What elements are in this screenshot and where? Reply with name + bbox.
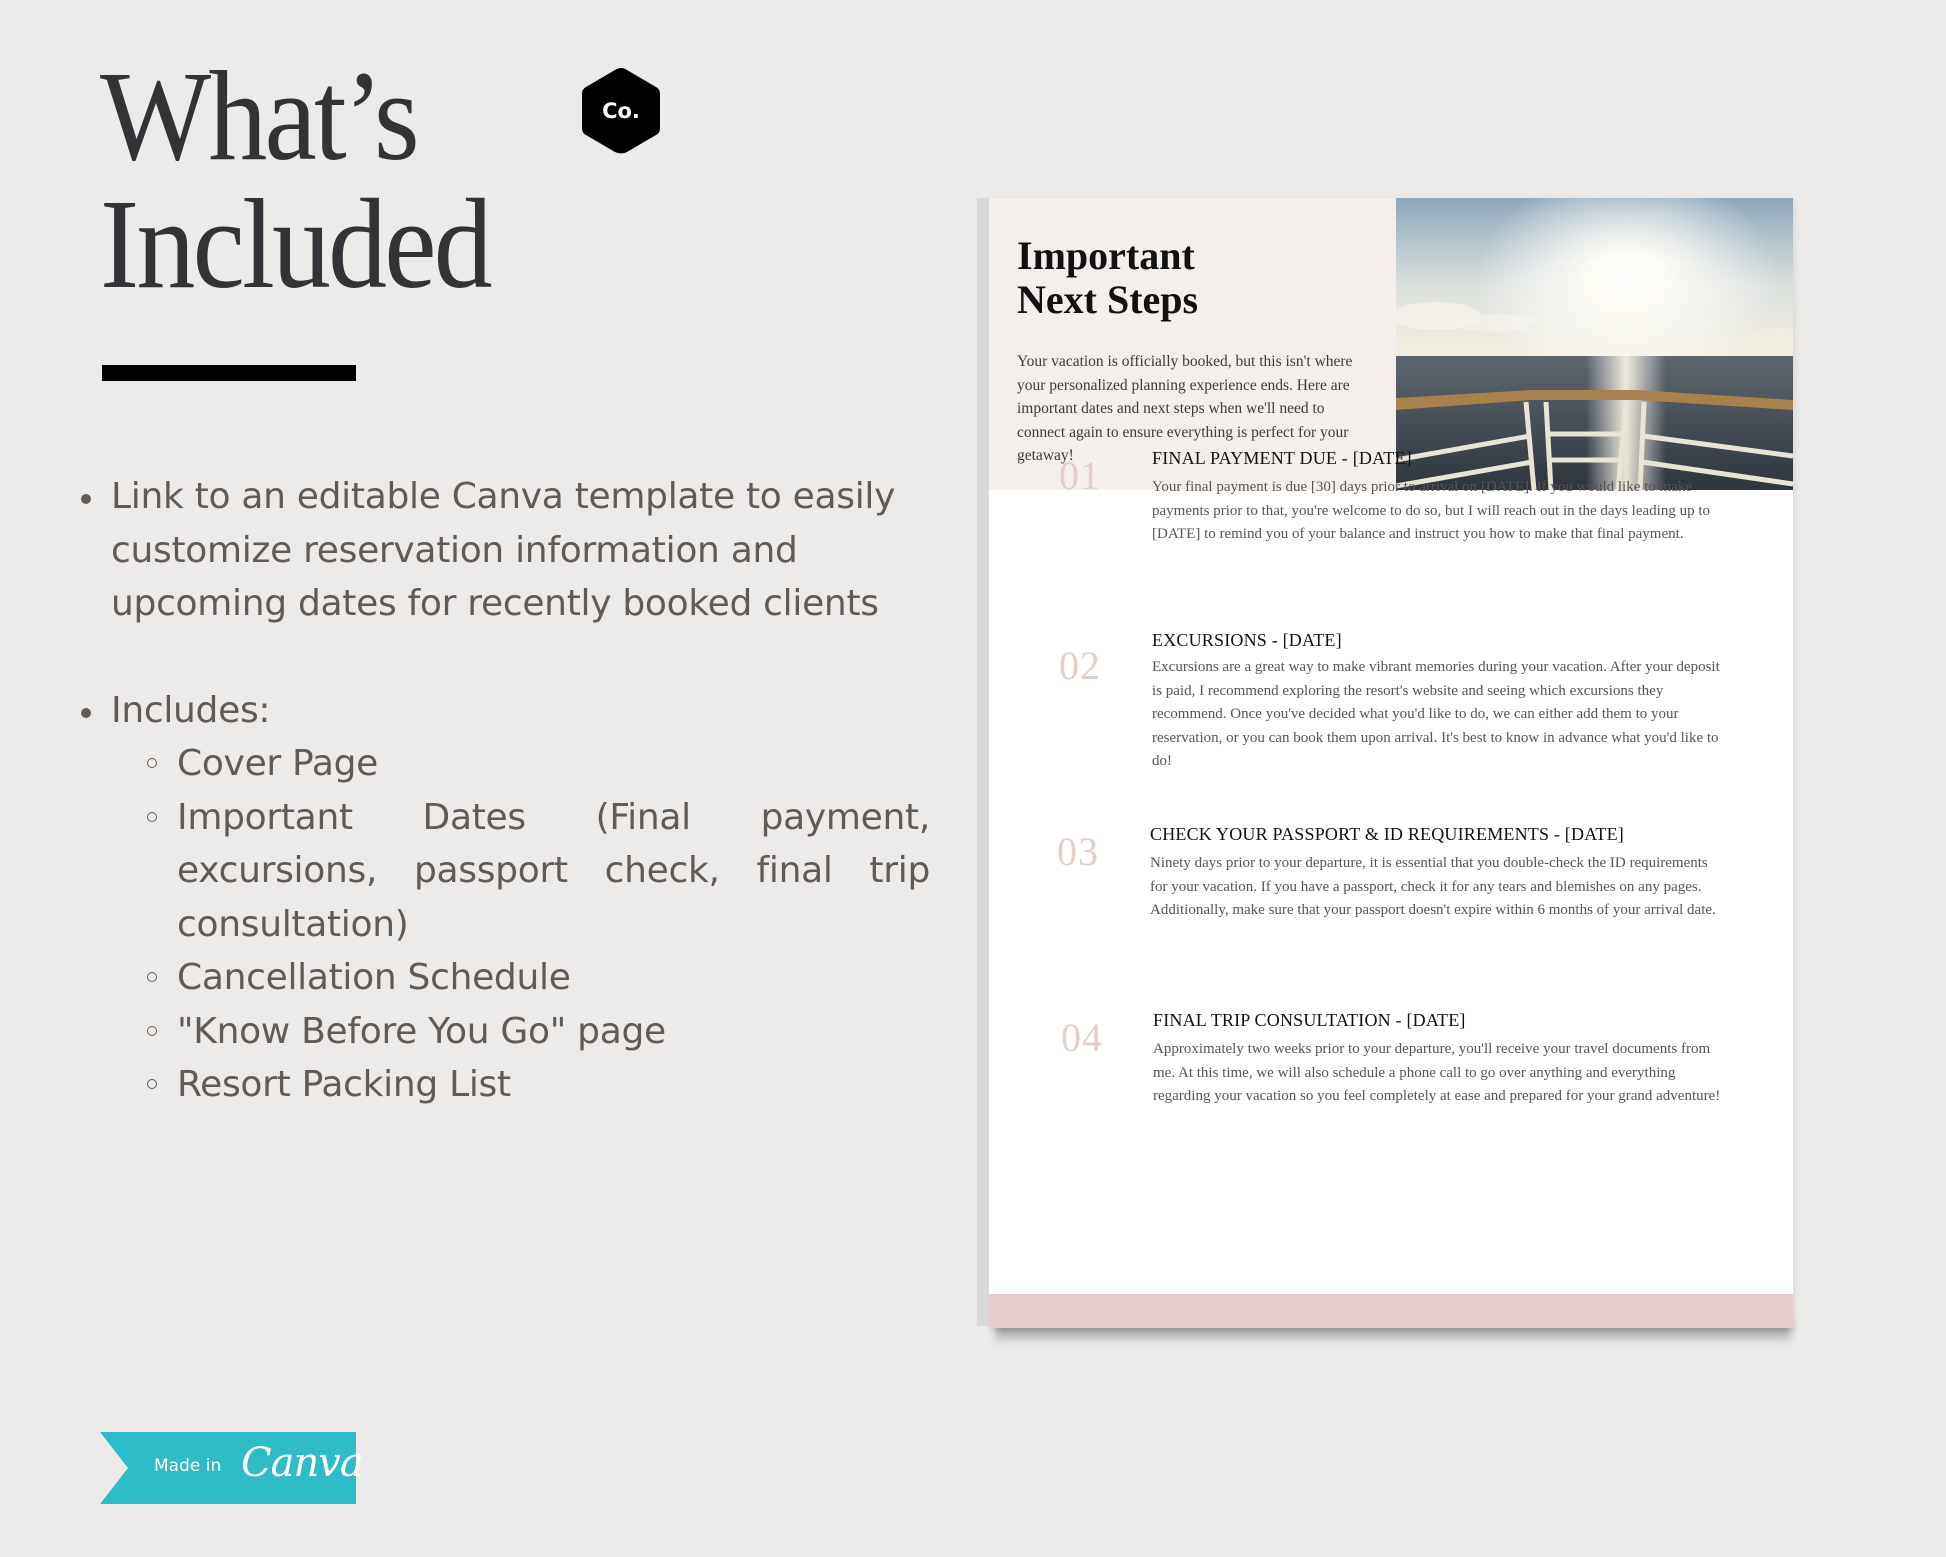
included-page-item: Important Dates (Final payment, excursio… xyxy=(70,791,930,952)
feature-text: Includes: xyxy=(111,689,271,731)
feature-item: Link to an editable Canva template to ea… xyxy=(70,470,930,631)
step-number: 04 xyxy=(1061,1015,1103,1060)
document-title: Important Next Steps xyxy=(1017,233,1199,322)
ocean-sunset-image xyxy=(1396,198,1793,490)
brand-badge-label: Co. xyxy=(602,99,640,123)
feature-list: Link to an editable Canva template to ea… xyxy=(70,470,930,1112)
bullet-dot-icon xyxy=(81,707,91,718)
title-underline-divider xyxy=(102,365,356,381)
bullet-ring-icon xyxy=(147,972,157,982)
made-in-label: Made in xyxy=(154,1456,222,1476)
feature-item: Includes: xyxy=(70,684,930,738)
bullet-dot-icon xyxy=(81,494,91,504)
bullet-ring-icon xyxy=(147,811,157,822)
title-line-1: What’s xyxy=(100,45,420,187)
document-header: Important Next Steps Your vacation is of… xyxy=(989,198,1396,490)
document-preview: Important Next Steps Your vacation is of… xyxy=(989,198,1793,1328)
step-title: FINAL TRIP CONSULTATION - [DATE] xyxy=(1153,1010,1466,1030)
document-footer-band xyxy=(989,1294,1793,1328)
step-body: Ninety days prior to your departure, it … xyxy=(1150,855,1716,919)
made-in-canva-badge[interactable]: Made in Canva xyxy=(100,1432,364,1504)
included-page-item: Cancellation Schedule xyxy=(70,951,930,1005)
step-number: 02 xyxy=(1059,643,1101,688)
document-stack-edge xyxy=(977,198,989,1326)
step-title: EXCURSIONS - [DATE] xyxy=(1152,630,1342,650)
bullet-ring-icon xyxy=(147,1079,157,1089)
included-page-item: Cover Page xyxy=(70,737,930,791)
bullet-ring-icon xyxy=(147,1025,157,1036)
step-body: Your final payment is due [30] days prio… xyxy=(1152,479,1710,543)
bullet-ring-icon xyxy=(147,758,157,768)
page-title: What’s Included xyxy=(100,45,493,315)
title-line-2: Included xyxy=(100,173,493,315)
brand-badge: Co. xyxy=(580,66,662,156)
step-number: 03 xyxy=(1057,829,1099,874)
canva-wordmark: Canva xyxy=(241,1440,364,1486)
step-number: 01 xyxy=(1059,453,1101,498)
step-title: FINAL PAYMENT DUE - [DATE] xyxy=(1152,448,1412,468)
ocean-photo xyxy=(1396,198,1793,490)
included-page-item: Resort Packing List xyxy=(70,1058,930,1112)
step-title: CHECK YOUR PASSPORT & ID REQUIREMENTS - … xyxy=(1150,824,1624,844)
feature-text: Link to an editable Canva template to ea… xyxy=(111,476,896,624)
step-body: Approximately two weeks prior to your de… xyxy=(1153,1041,1721,1105)
included-page-item: "Know Before You Go" page xyxy=(70,1005,930,1059)
included-pages-list: Cover Page Important Dates (Final paymen… xyxy=(70,737,930,1112)
step-body: Excursions are a great way to make vibra… xyxy=(1152,659,1720,770)
